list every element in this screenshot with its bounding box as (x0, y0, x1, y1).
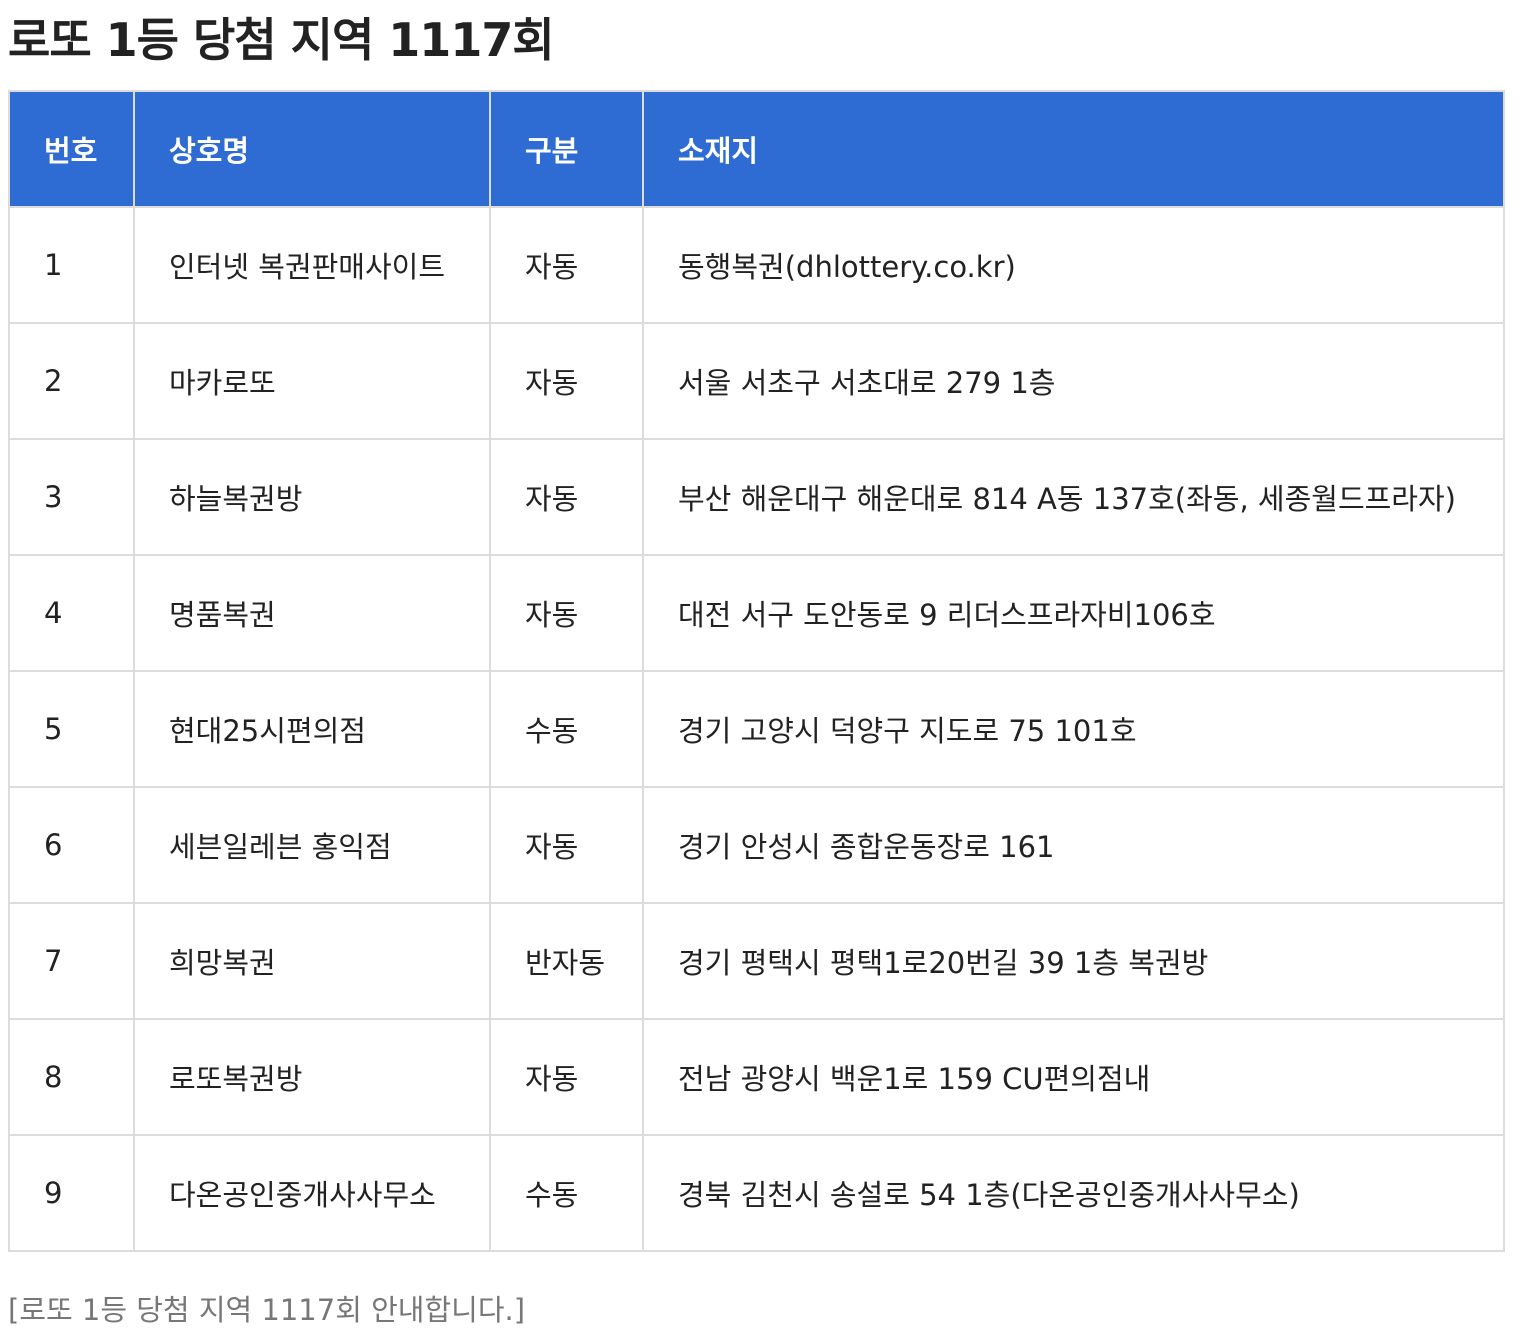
table-row: 2 마카로또 자동 서울 서초구 서초대로 279 1층 (8, 322, 1505, 440)
cell-address: 부산 해운대구 해운대로 814 A동 137호(좌동, 세종월드프라자) (642, 438, 1505, 556)
table-row: 6 세븐일레븐 홍익점 자동 경기 안성시 종합운동장로 161 (8, 786, 1505, 904)
cell-type: 자동 (489, 438, 644, 556)
cell-name: 현대25시편의점 (133, 670, 491, 788)
cell-no: 9 (8, 1134, 135, 1252)
cell-type: 자동 (489, 322, 644, 440)
table-row: 3 하늘복권방 자동 부산 해운대구 해운대로 814 A동 137호(좌동, … (8, 438, 1505, 556)
cell-name: 로또복권방 (133, 1018, 491, 1136)
cell-type: 자동 (489, 1018, 644, 1136)
cell-name: 인터넷 복권판매사이트 (133, 206, 491, 324)
table-row: 7 희망복권 반자동 경기 평택시 평택1로20번길 39 1층 복권방 (8, 902, 1505, 1020)
cell-address: 서울 서초구 서초대로 279 1층 (642, 322, 1505, 440)
table-row: 5 현대25시편의점 수동 경기 고양시 덕양구 지도로 75 101호 (8, 670, 1505, 788)
cell-no: 1 (8, 206, 135, 324)
cell-name: 세븐일레븐 홍익점 (133, 786, 491, 904)
cell-address: 경기 고양시 덕양구 지도로 75 101호 (642, 670, 1505, 788)
cell-address: 전남 광양시 백운1로 159 CU편의점내 (642, 1018, 1505, 1136)
cell-address: 대전 서구 도안동로 9 리더스프라자비106호 (642, 554, 1505, 672)
cell-name: 하늘복권방 (133, 438, 491, 556)
header-type: 구분 (489, 90, 644, 208)
header-no: 번호 (8, 90, 135, 208)
cell-no: 2 (8, 322, 135, 440)
cell-no: 8 (8, 1018, 135, 1136)
header-address: 소재지 (642, 90, 1505, 208)
cell-name: 명품복권 (133, 554, 491, 672)
page: 로또 1등 당첨 지역 1117회 번호 상호명 구분 소재지 1 인터넷 복권… (0, 0, 1532, 1332)
page-title: 로또 1등 당첨 지역 1117회 (8, 13, 555, 67)
table-caption: [로또 1등 당첨 지역 1117회 안내합니다.] (8, 1293, 526, 1327)
cell-no: 4 (8, 554, 135, 672)
winners-table: 번호 상호명 구분 소재지 1 인터넷 복권판매사이트 자동 동행복권(dhlo… (8, 90, 1505, 1252)
cell-no: 6 (8, 786, 135, 904)
table-row: 8 로또복권방 자동 전남 광양시 백운1로 159 CU편의점내 (8, 1018, 1505, 1136)
cell-no: 3 (8, 438, 135, 556)
table-row: 9 다온공인중개사사무소 수동 경북 김천시 송설로 54 1층(다온공인중개사… (8, 1134, 1505, 1252)
cell-type: 수동 (489, 1134, 644, 1252)
table-row: 4 명품복권 자동 대전 서구 도안동로 9 리더스프라자비106호 (8, 554, 1505, 672)
cell-no: 5 (8, 670, 135, 788)
cell-type: 자동 (489, 786, 644, 904)
cell-address: 경기 안성시 종합운동장로 161 (642, 786, 1505, 904)
cell-address: 동행복권(dhlottery.co.kr) (642, 206, 1505, 324)
table-row: 1 인터넷 복권판매사이트 자동 동행복권(dhlottery.co.kr) (8, 206, 1505, 324)
cell-name: 다온공인중개사사무소 (133, 1134, 491, 1252)
cell-name: 마카로또 (133, 322, 491, 440)
cell-type: 수동 (489, 670, 644, 788)
table-header-row: 번호 상호명 구분 소재지 (8, 90, 1505, 208)
cell-type: 반자동 (489, 902, 644, 1020)
cell-address: 경북 김천시 송설로 54 1층(다온공인중개사사무소) (642, 1134, 1505, 1252)
cell-no: 7 (8, 902, 135, 1020)
cell-name: 희망복권 (133, 902, 491, 1020)
header-name: 상호명 (133, 90, 491, 208)
cell-type: 자동 (489, 554, 644, 672)
winners-table-wrapper: 번호 상호명 구분 소재지 1 인터넷 복권판매사이트 자동 동행복권(dhlo… (8, 90, 1505, 1252)
cell-type: 자동 (489, 206, 644, 324)
cell-address: 경기 평택시 평택1로20번길 39 1층 복권방 (642, 902, 1505, 1020)
